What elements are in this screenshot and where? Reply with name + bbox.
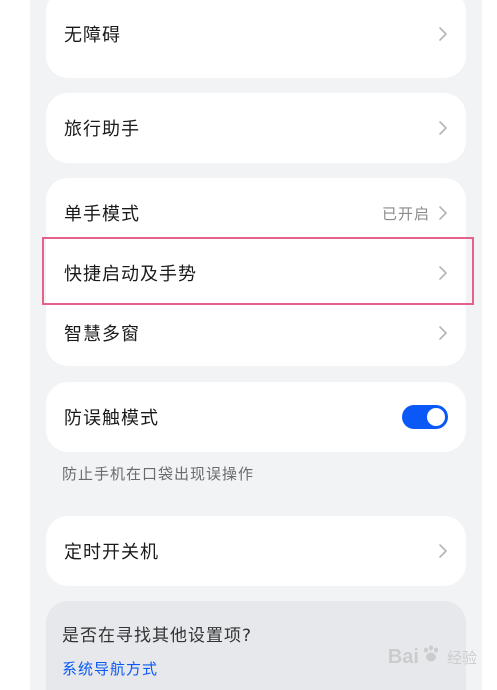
smart-multi-window-label: 智慧多窗 xyxy=(64,324,140,345)
scheduled-power-label: 定时开关机 xyxy=(64,542,159,563)
travel-assistant-label: 旅行助手 xyxy=(64,119,140,140)
smart-multi-window-row[interactable]: 智慧多窗 xyxy=(46,300,466,366)
accidental-touch-description: 防止手机在口袋出现误操作 xyxy=(62,465,255,483)
chevron-right-icon xyxy=(438,205,448,221)
travel-assistant-card: 旅行助手 xyxy=(46,93,466,163)
one-hand-mode-label: 单手模式 xyxy=(64,204,140,225)
chevron-right-icon xyxy=(438,26,448,42)
scheduled-power-card: 定时开关机 xyxy=(46,516,466,586)
chevron-right-icon xyxy=(438,265,448,281)
accidental-touch-card: 防误触模式 xyxy=(46,382,466,452)
one-hand-mode-row[interactable]: 单手模式 已开启 xyxy=(46,180,466,246)
watermark-brand-left: Bai xyxy=(387,645,419,668)
accessibility-label: 无障碍 xyxy=(64,25,121,46)
one-hand-mode-status: 已开启 xyxy=(381,204,430,223)
accidental-touch-label: 防误触模式 xyxy=(64,408,159,429)
accessibility-card: 无障碍 xyxy=(46,0,466,78)
toggle-knob xyxy=(427,408,445,426)
baidu-watermark: Bai 经验 xyxy=(388,644,477,670)
accidental-touch-toggle[interactable] xyxy=(402,405,448,429)
watermark-brand-right: 经验 xyxy=(446,649,477,667)
chevron-right-icon xyxy=(438,325,448,341)
quick-launch-gestures-label: 快捷启动及手势 xyxy=(64,264,197,285)
gestures-group-card: 单手模式 已开启 快捷启动及手势 智慧多窗 xyxy=(46,178,466,366)
accidental-touch-row: 防误触模式 xyxy=(46,382,466,452)
accessibility-row[interactable]: 无障碍 xyxy=(46,0,466,68)
scheduled-power-row[interactable]: 定时开关机 xyxy=(46,516,466,586)
baidu-paw-icon xyxy=(421,644,441,670)
settings-screen: 无障碍 旅行助手 单手模式 已开启 快捷启动及手势 智慧多窗 防误触模式 防止手… xyxy=(30,0,482,690)
travel-assistant-row[interactable]: 旅行助手 xyxy=(46,93,466,163)
chevron-right-icon xyxy=(438,120,448,136)
chevron-right-icon xyxy=(438,543,448,559)
suggestion-title: 是否在寻找其他设置项? xyxy=(62,626,253,646)
quick-launch-gestures-row[interactable]: 快捷启动及手势 xyxy=(46,240,466,306)
